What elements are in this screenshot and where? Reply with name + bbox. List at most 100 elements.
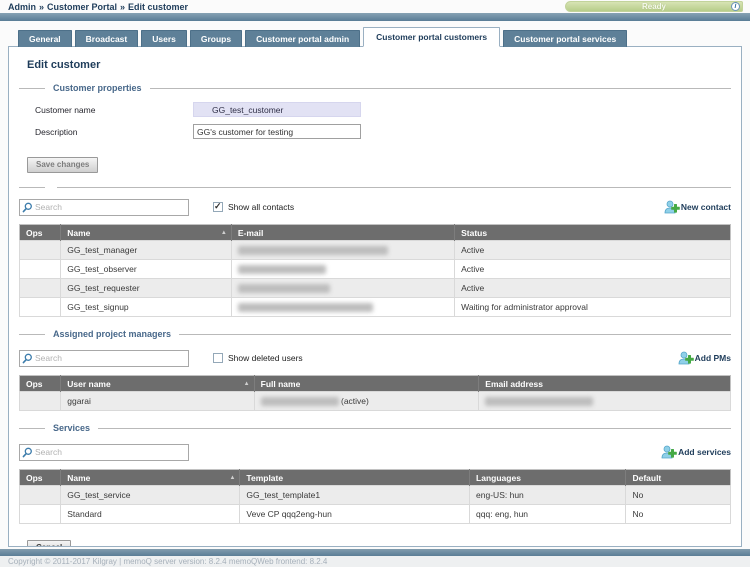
service-name-cell: GG_test_service — [61, 486, 240, 505]
table-row[interactable]: GG_test_manager Active — [20, 241, 731, 260]
redacted-email — [238, 303, 373, 312]
search-icon — [22, 202, 33, 213]
services-col-languages[interactable]: Languages — [470, 470, 626, 486]
contacts-col-status[interactable]: Status — [455, 225, 731, 241]
ops-cell — [20, 279, 61, 298]
contact-email-cell — [231, 279, 454, 298]
contacts-toolbar: Show all contacts New contact — [19, 198, 731, 216]
contact-email-cell — [231, 260, 454, 279]
customer-properties-legend: Customer properties — [19, 83, 731, 93]
services-search-input[interactable] — [33, 446, 186, 459]
contact-status-cell: Active — [455, 241, 731, 260]
cancel-button[interactable]: Cancel — [27, 540, 71, 547]
tab-customer-portal-admin[interactable]: Customer portal admin — [245, 30, 360, 47]
show-deleted-users-checkbox[interactable] — [213, 353, 223, 363]
save-changes-button[interactable]: Save changes — [27, 157, 98, 173]
status-progress-bar: Ready i — [565, 1, 743, 12]
contacts-col-name[interactable]: Name▲ — [61, 225, 232, 241]
tab-groups[interactable]: Groups — [190, 30, 242, 47]
contact-status-cell: Active — [455, 260, 731, 279]
customer-name-row: Customer name — [35, 101, 731, 118]
services-legend: Services — [19, 423, 731, 433]
contact-name-cell: GG_test_requester — [61, 279, 232, 298]
pm-col-full-name[interactable]: Full name — [254, 376, 479, 392]
contact-name-cell: GG_test_observer — [61, 260, 232, 279]
breadcrumb-separator: » — [117, 2, 128, 12]
pm-user-name-cell: ggarai — [61, 392, 254, 411]
table-row[interactable]: GG_test_signup Waiting for administrator… — [20, 298, 731, 317]
pm-col-email[interactable]: Email address — [479, 376, 731, 392]
services-col-name[interactable]: Name▲ — [61, 470, 240, 486]
new-contact-label: New contact — [681, 202, 731, 212]
table-row[interactable]: ggarai (active) — [20, 392, 731, 411]
ops-cell — [20, 486, 61, 505]
pm-searchbox — [19, 350, 189, 367]
customer-properties-legend-text: Customer properties — [45, 83, 150, 93]
contacts-searchbox — [19, 199, 189, 216]
table-row[interactable]: GG_test_service GG_test_template1 eng-US… — [20, 486, 731, 505]
contacts-search-input[interactable] — [33, 201, 186, 214]
sort-ascending-icon: ▲ — [221, 230, 227, 236]
breadcrumb-admin[interactable]: Admin — [8, 2, 36, 12]
pm-col-user-name[interactable]: User name▲ — [61, 376, 254, 392]
search-icon — [22, 353, 33, 364]
services-col-default[interactable]: Default — [626, 470, 731, 486]
info-icon[interactable]: i — [731, 2, 740, 11]
project-managers-legend: Assigned project managers — [19, 329, 731, 339]
person-plus-icon — [664, 200, 680, 214]
tab-users[interactable]: Users — [141, 30, 187, 47]
tab-broadcast[interactable]: Broadcast — [75, 30, 139, 47]
customer-name-field[interactable] — [193, 102, 361, 117]
contacts-section-divider — [19, 187, 731, 188]
service-name-cell: Standard — [61, 505, 240, 524]
customer-name-label: Customer name — [35, 105, 193, 115]
services-col-template[interactable]: Template — [240, 470, 470, 486]
services-table: Ops Name▲ Template Languages Default GG_… — [19, 469, 731, 524]
bottom-divider-bar — [0, 549, 750, 556]
project-managers-table: Ops User name▲ Full name Email address g… — [19, 375, 731, 411]
project-managers-toolbar: Show deleted users Add PMs — [19, 349, 731, 367]
description-row: Description — [35, 123, 731, 140]
tab-general[interactable]: General — [18, 30, 72, 47]
table-row[interactable]: GG_test_requester Active — [20, 279, 731, 298]
top-divider-bar — [0, 13, 750, 21]
status-text: Ready — [642, 2, 666, 11]
table-row[interactable]: GG_test_observer Active — [20, 260, 731, 279]
contacts-col-email[interactable]: E-mail — [231, 225, 454, 241]
person-plus-icon — [678, 351, 694, 365]
pm-header-row: Ops User name▲ Full name Email address — [20, 376, 731, 392]
contacts-col-ops: Ops — [20, 225, 61, 241]
tab-customer-portal-services[interactable]: Customer portal services — [503, 30, 627, 47]
project-managers-legend-text: Assigned project managers — [45, 329, 179, 339]
add-services-button[interactable]: Add services — [661, 445, 731, 459]
person-plus-icon — [661, 445, 677, 459]
pm-col-ops: Ops — [20, 376, 61, 392]
breadcrumb-customer-portal[interactable]: Customer Portal — [47, 2, 117, 12]
table-row[interactable]: Standard Veve CP qqq2eng-hun qqq: eng, h… — [20, 505, 731, 524]
add-pms-button[interactable]: Add PMs — [678, 351, 731, 365]
tab-customer-portal-customers[interactable]: Customer portal customers — [363, 27, 500, 47]
tab-bar: General Broadcast Users Groups Customer … — [18, 27, 750, 47]
redacted-email — [238, 246, 388, 255]
breadcrumb-separator: » — [36, 2, 47, 12]
add-pms-label: Add PMs — [695, 353, 731, 363]
services-col-ops: Ops — [20, 470, 61, 486]
new-contact-button[interactable]: New contact — [664, 200, 731, 214]
services-legend-text: Services — [45, 423, 98, 433]
description-field[interactable] — [193, 124, 361, 139]
show-all-contacts-label[interactable]: Show all contacts — [228, 202, 294, 212]
ops-cell — [20, 505, 61, 524]
contact-email-cell — [231, 298, 454, 317]
show-all-contacts-checkbox[interactable] — [213, 202, 223, 212]
ops-cell — [20, 241, 61, 260]
copyright-footer: Copyright © 2011-2017 Kilgray | memoQ se… — [0, 556, 750, 567]
search-icon — [22, 447, 33, 458]
pm-full-name-cell: (active) — [254, 392, 479, 411]
pm-active-suffix: (active) — [341, 396, 369, 406]
pm-search-input[interactable] — [33, 352, 186, 365]
sort-ascending-icon: ▲ — [244, 381, 250, 387]
pm-email-cell — [479, 392, 731, 411]
redacted-full-name — [261, 397, 339, 406]
redacted-email — [238, 265, 326, 274]
show-deleted-users-label[interactable]: Show deleted users — [228, 353, 303, 363]
